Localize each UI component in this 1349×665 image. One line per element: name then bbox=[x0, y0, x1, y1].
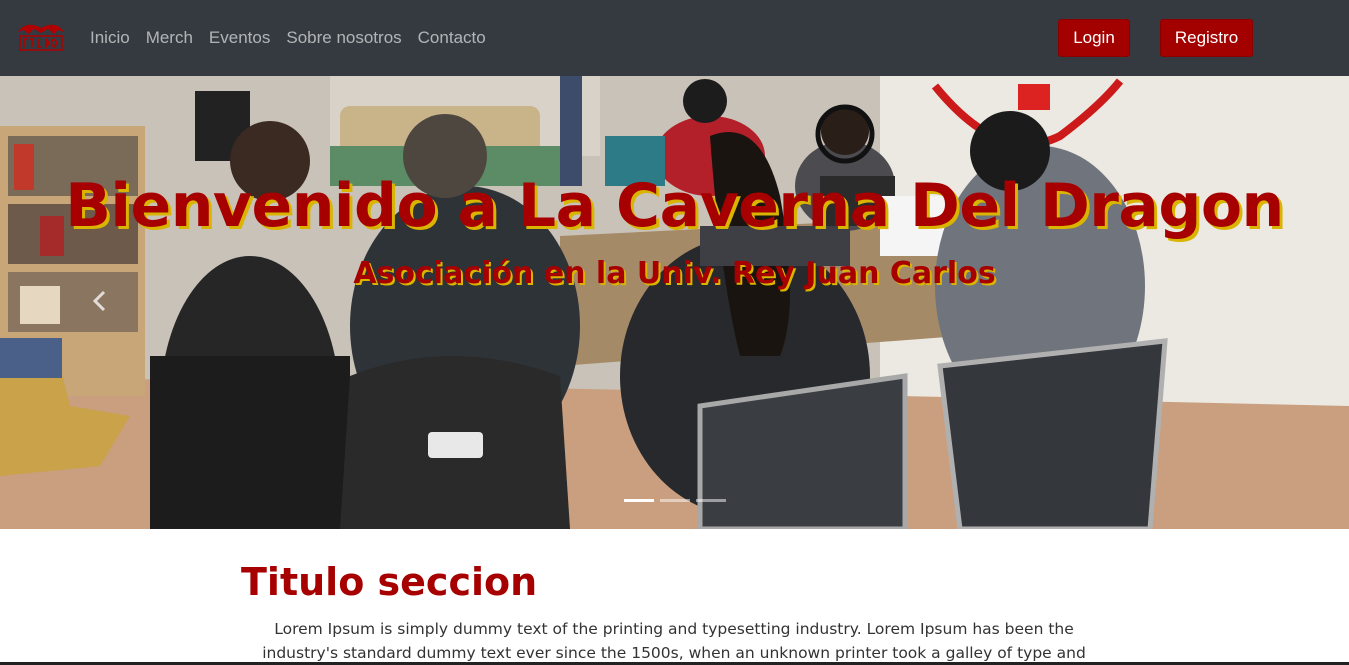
nav-link-eventos[interactable]: Eventos bbox=[209, 28, 270, 48]
section-title: Titulo seccion bbox=[241, 560, 538, 604]
carousel-indicator-2[interactable] bbox=[660, 499, 690, 502]
nav-links: Inicio Merch Eventos Sobre nosotros Cont… bbox=[90, 0, 502, 76]
chevron-left-icon[interactable] bbox=[86, 286, 114, 316]
section-text: Lorem Ipsum is simply dummy text of the … bbox=[262, 620, 1086, 662]
login-button[interactable]: Login bbox=[1058, 19, 1130, 57]
carousel-indicators bbox=[624, 499, 732, 502]
carousel-indicator-1[interactable] bbox=[624, 499, 654, 502]
dragon-logo-icon[interactable] bbox=[14, 18, 68, 56]
hero-title: Bienvenido a La Caverna Del Dragon bbox=[65, 171, 1284, 241]
carousel-indicator-3[interactable] bbox=[696, 499, 726, 502]
nav-link-contacto[interactable]: Contacto bbox=[418, 28, 486, 48]
nav-link-merch[interactable]: Merch bbox=[146, 28, 193, 48]
hero-subtitle: Asociación en la Univ. Rey Juan Carlos bbox=[353, 256, 996, 291]
register-button[interactable]: Registro bbox=[1160, 19, 1253, 57]
hero-photo bbox=[0, 76, 1349, 529]
navbar: Inicio Merch Eventos Sobre nosotros Cont… bbox=[0, 0, 1349, 76]
nav-link-inicio[interactable]: Inicio bbox=[90, 28, 130, 48]
hero-carousel: Bienvenido a La Caverna Del Dragon Asoci… bbox=[0, 76, 1349, 529]
nav-link-sobre-nosotros[interactable]: Sobre nosotros bbox=[286, 28, 401, 48]
